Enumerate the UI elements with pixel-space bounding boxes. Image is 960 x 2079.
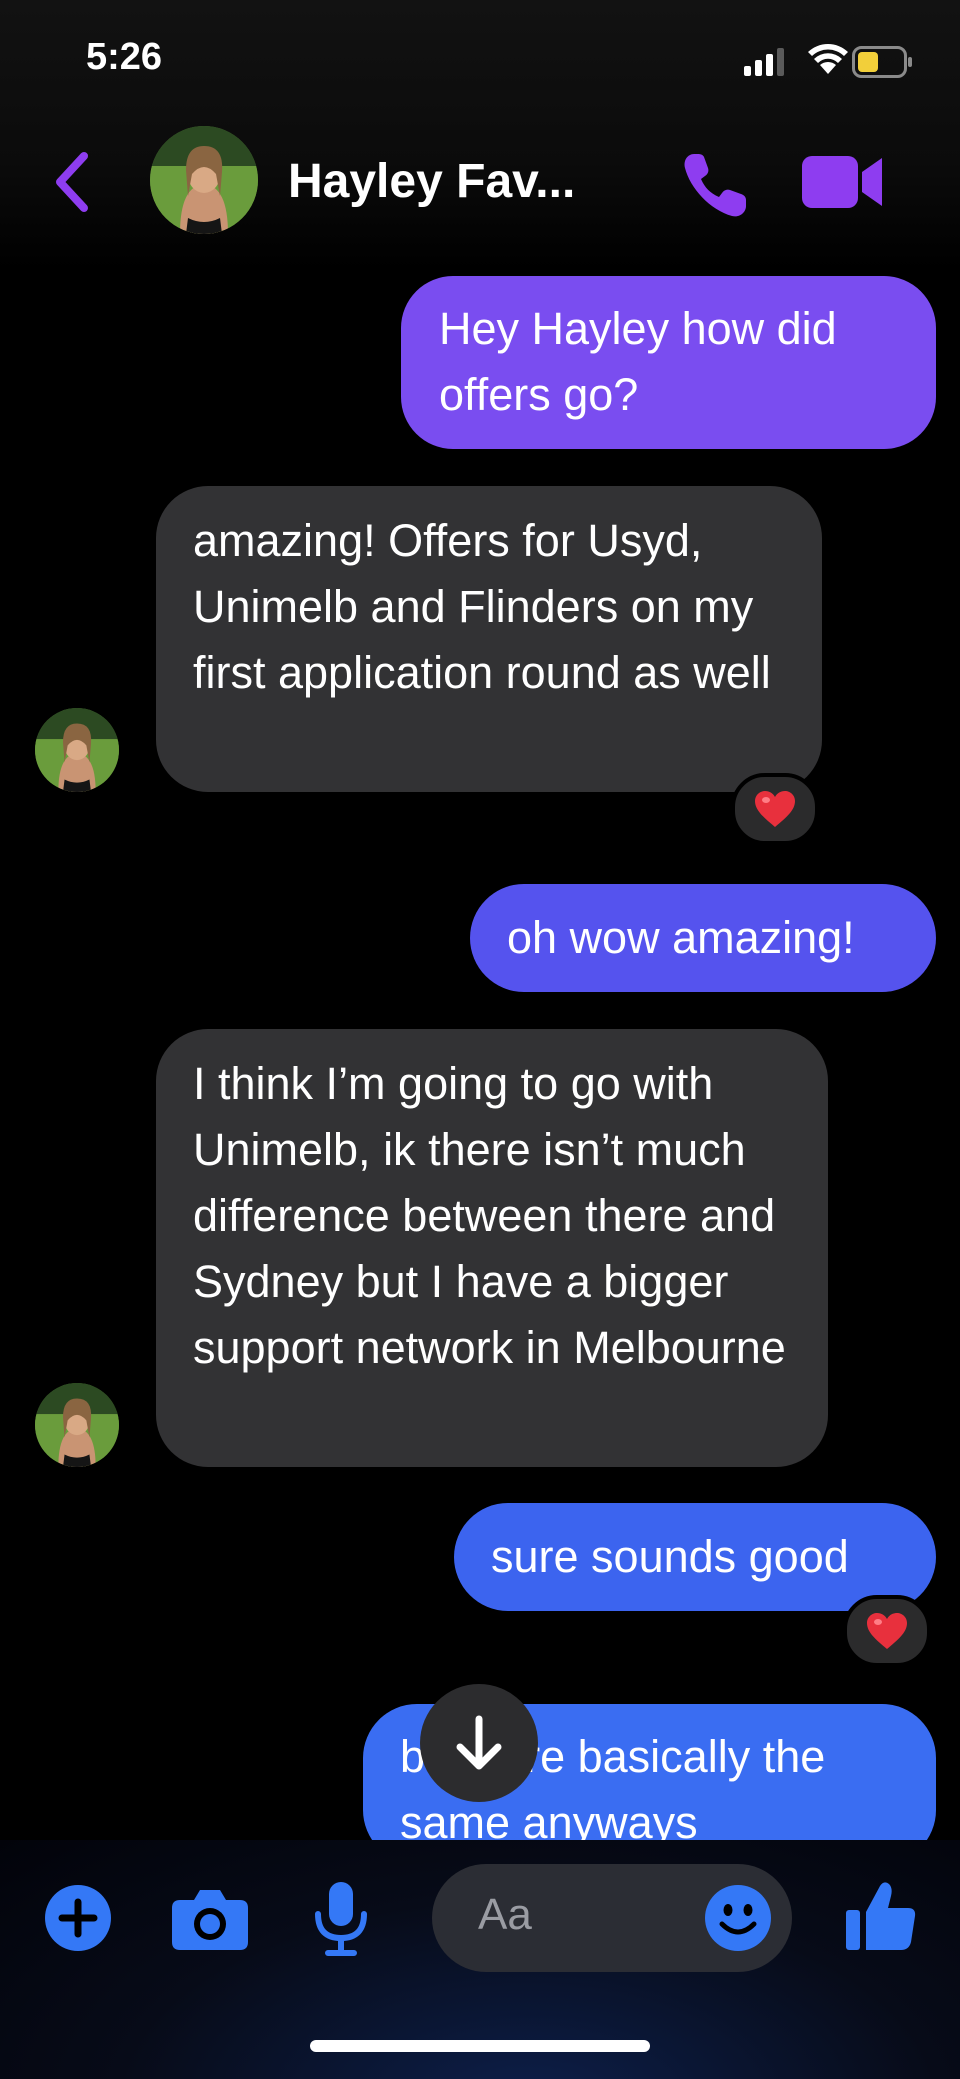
- heart-icon: [867, 1613, 907, 1649]
- message-outgoing[interactable]: Hey Hayley how did offers go?: [401, 276, 936, 449]
- message-incoming[interactable]: amazing! Offers for Usyd, Unimelb and Fl…: [156, 486, 822, 792]
- contact-avatar[interactable]: [150, 126, 258, 234]
- heart-reaction[interactable]: [731, 773, 819, 845]
- heart-reaction[interactable]: [843, 1595, 931, 1667]
- message-outgoing[interactable]: sure sounds good: [454, 1503, 936, 1611]
- microphone-icon[interactable]: [312, 1882, 370, 1956]
- message-incoming[interactable]: I think I’m going to go with Unimelb, ik…: [156, 1029, 828, 1467]
- camera-icon[interactable]: [172, 1888, 248, 1950]
- message-input-placeholder: Aa: [478, 1890, 532, 1939]
- message-outgoing[interactable]: oh wow amazing!: [470, 884, 936, 992]
- arrow-down-icon: [456, 1715, 502, 1770]
- thumbs-up-icon[interactable]: [846, 1880, 916, 1952]
- cellular-signal-icon: [744, 48, 784, 76]
- sender-avatar[interactable]: [35, 708, 119, 792]
- sender-avatar[interactable]: [35, 1383, 119, 1467]
- battery-icon: [852, 46, 912, 78]
- home-indicator: [310, 2040, 650, 2052]
- contact-name[interactable]: Hayley Fav...: [288, 154, 575, 209]
- video-camera-icon[interactable]: [802, 152, 884, 212]
- chevron-left-icon[interactable]: [52, 150, 92, 214]
- wifi-icon: [808, 44, 848, 74]
- emoji-icon[interactable]: [704, 1884, 772, 1952]
- status-time: 5:26: [86, 36, 163, 78]
- plus-icon[interactable]: [44, 1884, 112, 1952]
- phone-icon[interactable]: [680, 150, 750, 220]
- scroll-to-bottom-button[interactable]: [420, 1684, 538, 1802]
- heart-icon: [755, 791, 795, 827]
